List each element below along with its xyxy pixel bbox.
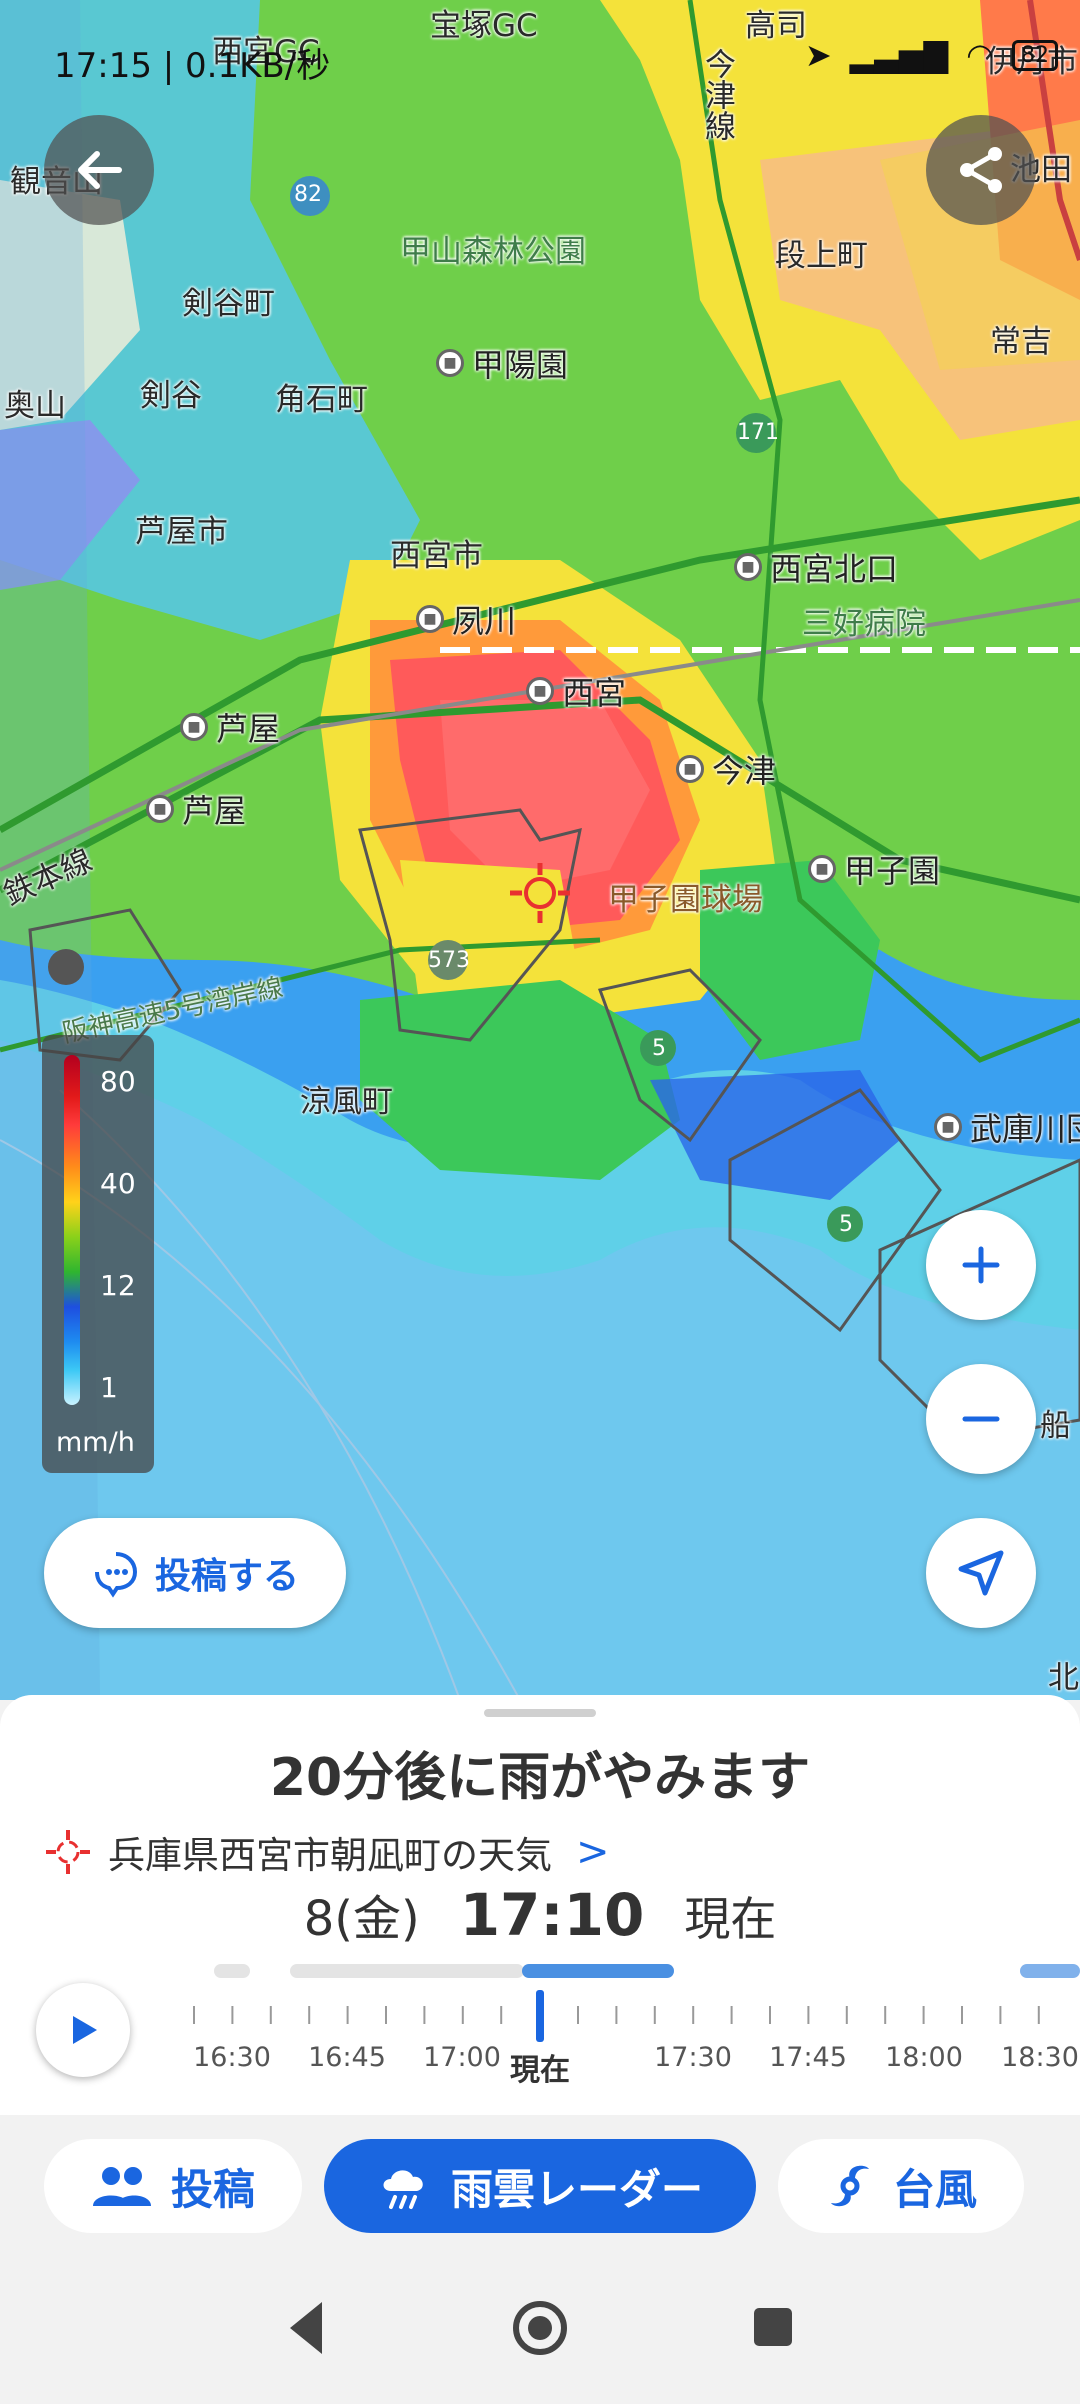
timeline-label: 18:30 [1001,2042,1079,2073]
system-recents-icon[interactable] [754,2308,792,2346]
station-label[interactable]: ■ 芦屋 [146,786,246,832]
tab-rain-radar-label: 雨雲レーダー [450,2164,703,2214]
timeline-label: 17:00 [423,2042,501,2073]
route-shield: 5 [652,1036,666,1061]
legend-color-bar [64,1055,80,1405]
map-label: 船 [1040,1408,1071,1444]
train-icon: ■ [436,349,464,377]
selected-time: 17:10 [459,1881,645,1949]
post-button-label: 投稿する [154,1556,299,1597]
status-icons: ➤ ▂▃▅▇ ◠ 82 [805,36,1058,74]
current-time-marker[interactable] [536,1990,544,2042]
location-weather-link[interactable]: 兵庫県西宮市朝凪町の天気 > [44,1825,610,1879]
system-navigation-bar [0,2260,1080,2400]
back-arrow-icon [78,151,122,189]
rain-cloud-icon [383,2170,423,2209]
battery-icon: 82 [1012,39,1058,71]
station-label[interactable]: ■ 今津 [676,746,776,792]
station-label[interactable]: ■ 甲陽園 [436,340,568,386]
legend-tick: 40 [100,1167,136,1200]
system-nav-icons [290,2301,792,2355]
station-label[interactable]: ■ 夙川 [416,596,516,642]
station-label[interactable]: ■ 芦屋 [180,704,280,750]
train-icon: ■ [416,605,444,633]
zoom-out-button[interactable] [926,1364,1036,1474]
train-icon: ■ [734,553,762,581]
status-time: 17:15 | 0.1KB/秒 [54,46,331,86]
map-label: 甲山森林公園 [400,234,586,270]
map-label: 三好病院 [802,606,926,642]
timeline-label: 17:30 [654,2042,732,2073]
location-name: 兵庫県西宮市朝凪町の天気 [108,1834,552,1877]
timeline-label: 17:45 [769,2042,847,2073]
timeline-label: 16:45 [308,2042,386,2073]
station-label[interactable]: ■武庫川団 [934,1104,1080,1150]
wifi-icon: ◠ [966,36,994,74]
tab-post[interactable]: 投稿 [44,2139,302,2233]
rain-legend: 80 40 12 1 mm/h [42,1035,154,1473]
legend-unit: mm/h [56,1427,135,1458]
legend-tick: 80 [100,1065,136,1098]
share-button[interactable] [926,115,1036,225]
train-icon: ■ [676,755,704,783]
back-button[interactable] [44,115,154,225]
timeline-now-label: 現在 [510,2053,570,2088]
chevron-right-icon: > [576,1829,610,1875]
map-label: 奥山 [4,388,66,424]
timeline-label: 18:00 [885,2042,963,2073]
tab-post-label: 投稿 [170,2164,255,2214]
map-label: 常吉 [990,324,1052,360]
map-label: 西宮市 [390,538,483,574]
current-location-button[interactable] [926,1518,1036,1628]
legend-tick: 1 [100,1371,118,1404]
system-back-icon[interactable] [290,2302,322,2354]
signal-icon: ▂▃▅▇ [849,36,949,74]
tab-rain-radar[interactable]: 雨雲レーダー [324,2139,756,2233]
map-label: 剣谷 [140,378,202,414]
map-label: 芦屋市 [135,514,228,550]
selected-time-display: 8(金) 17:10 現在 [0,1879,1080,1949]
post-report-button[interactable]: 投稿する [44,1518,346,1628]
legend-tick: 12 [100,1269,136,1302]
route-shield: 82 [294,182,322,207]
map-label: 北 [1048,1660,1079,1696]
rain-forecast-headline: 20分後に雨がやみます [269,1748,811,1808]
share-icon [960,147,1002,193]
rain-radar-map[interactable]: 西宮GC 宝塚GC 高司 伊丹市 今津線 池田 観音山 甲山森林公園 段上町 常… [0,0,1080,1700]
train-icon: ■ [146,795,174,823]
navigation-arrow-icon [958,1550,1004,1596]
tab-typhoon[interactable]: 台風 [778,2139,1024,2233]
station-label[interactable]: ■ 甲子園 [808,846,940,892]
map-label: 角石町 [275,382,368,418]
route-shield: 171 [737,420,779,445]
route-shield: 5 [839,1212,853,1237]
bottom-navigation: 投稿 雨雲レーダー 台風 [0,2115,1080,2260]
location-arrow-icon: ➤ [804,36,832,74]
map-label: 甲子園球場 [608,882,763,918]
station-label[interactable]: ■ 西宮 [526,668,626,714]
tab-typhoon-label: 台風 [892,2164,977,2214]
station-label[interactable]: ■ 西宮北口 [734,544,898,590]
people-icon [92,2167,151,2206]
now-label: 現在 [684,1892,777,1946]
tick-marks [193,2006,1040,2024]
map-label: 剣谷町 [182,286,275,322]
location-target-icon [46,1830,90,1874]
status-bar: 17:15 | 0.1KB/秒 ➤ ▂▃▅▇ ◠ 82 [0,0,1080,120]
train-icon: ■ [934,1113,962,1141]
timeline-label: 16:30 [193,2042,271,2073]
plus-icon [962,1246,1000,1284]
sheet-handle[interactable] [484,1709,596,1717]
zoom-in-button[interactable] [926,1210,1036,1320]
train-icon: ■ [808,855,836,883]
map-label: 涼風町 [300,1084,393,1120]
typhoon-icon [830,2165,869,2207]
post-bubble-icon [94,1552,137,1598]
train-icon: ■ [526,677,554,705]
route-shield: 573 [428,948,470,973]
train-icon: ■ [180,713,208,741]
selected-date: 8(金) [303,1891,420,1947]
map-label: 段上町 [775,238,868,274]
minus-icon [962,1416,1000,1422]
